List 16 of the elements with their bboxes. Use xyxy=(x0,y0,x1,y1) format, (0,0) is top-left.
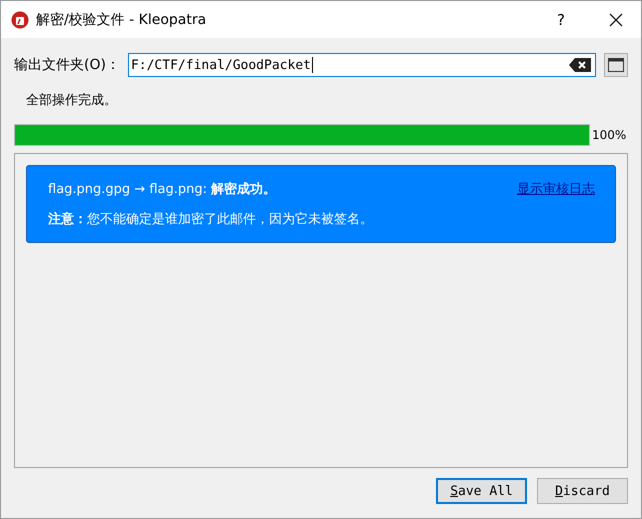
discard-button[interactable]: Discard xyxy=(537,478,628,504)
output-folder-field[interactable]: F:/CTF/final/GoodPacket xyxy=(128,53,596,77)
status-text: 全部操作完成。 xyxy=(26,92,118,109)
audit-log-link[interactable]: 显示审核日志 xyxy=(517,180,595,198)
output-folder-label: 输出文件夹(O)： xyxy=(14,56,120,74)
result-note: 注意：您不能确定是谁加密了此邮件，因为它未被签名。 xyxy=(48,210,374,228)
window-title: 解密/校验文件 - Kleopatra xyxy=(36,10,208,28)
clear-icon[interactable] xyxy=(569,58,591,72)
save-all-button[interactable]: Save All xyxy=(436,478,527,504)
progress-reading: 100% xyxy=(592,128,626,142)
app-icon xyxy=(11,10,29,28)
browse-button[interactable] xyxy=(604,53,628,77)
result-message: flag.png.gpg → flag.png: 解密成功。 xyxy=(48,180,276,198)
close-icon[interactable] xyxy=(609,12,623,26)
folder-icon xyxy=(608,58,624,72)
help-button[interactable]: ? xyxy=(551,10,571,30)
